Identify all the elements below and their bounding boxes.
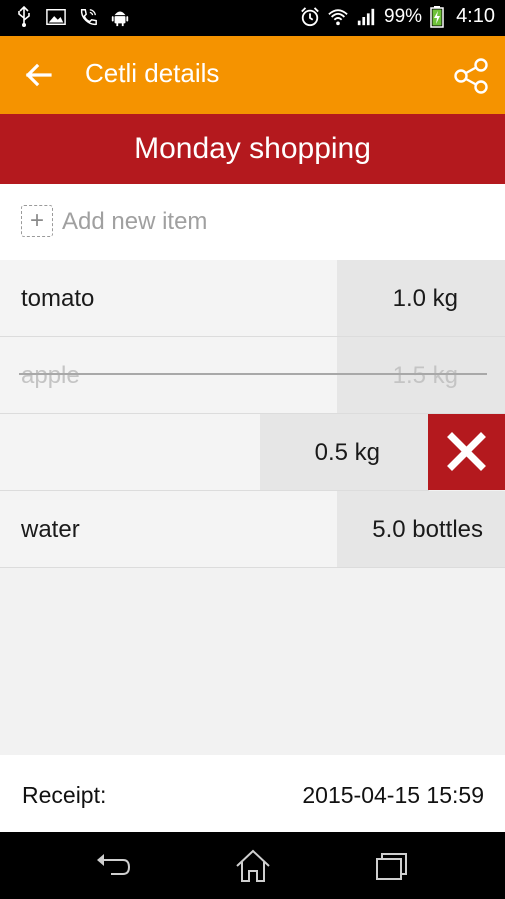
item-quantity: 1.0 kg <box>337 260 505 336</box>
plus-icon: + <box>21 205 53 237</box>
delete-item-button[interactable] <box>428 414 505 490</box>
screen: 99% 4:10 Cetli details Monday shopping +… <box>0 0 505 899</box>
receipt-timestamp: 2015-04-15 15:59 <box>302 782 484 808</box>
item-quantity: 1.5 kg <box>337 337 505 413</box>
android-icon <box>111 11 129 27</box>
page-title: Cetli details <box>85 58 220 88</box>
list-item[interactable]: d 0.5 kg <box>0 414 429 491</box>
item-quantity: 0.5 kg <box>260 414 428 490</box>
list-item[interactable]: tomato 1.0 kg <box>0 260 505 337</box>
item-quantity: 5.0 bottles <box>337 491 505 567</box>
arrow-left-icon[interactable] <box>20 56 58 94</box>
back-nav-icon[interactable] <box>93 848 133 884</box>
navigation-bar <box>0 832 505 899</box>
alarm-icon <box>301 6 319 26</box>
signal-icon <box>357 8 375 25</box>
item-name: apple <box>21 362 80 389</box>
receipt-label: Receipt: <box>22 782 107 808</box>
receipt-row[interactable]: Receipt: 2015-04-15 15:59 <box>0 755 505 832</box>
strikethrough-line <box>19 373 487 375</box>
recents-nav-icon[interactable] <box>372 848 412 884</box>
home-nav-icon[interactable] <box>233 848 273 884</box>
image-icon <box>46 9 66 25</box>
list-title[interactable]: Monday shopping <box>0 114 505 184</box>
close-icon <box>447 432 486 471</box>
battery-percent: 99% <box>384 5 423 27</box>
status-bar: 99% 4:10 <box>0 0 505 36</box>
wifi-icon <box>328 8 348 25</box>
usb-icon <box>18 6 30 27</box>
item-name: water <box>21 516 80 543</box>
list-item[interactable]: water 5.0 bottles <box>0 491 505 568</box>
add-new-item-label: Add new item <box>62 208 208 235</box>
add-new-item-button[interactable]: + Add new item <box>0 184 505 260</box>
list-item[interactable]: apple 1.5 kg <box>0 337 505 414</box>
clock: 4:10 <box>456 5 495 27</box>
app-bar: Cetli details <box>0 36 505 114</box>
phone-icon <box>80 9 97 26</box>
battery-charging-icon <box>430 5 444 28</box>
share-icon[interactable] <box>451 56 491 96</box>
item-name: tomato <box>21 285 95 312</box>
